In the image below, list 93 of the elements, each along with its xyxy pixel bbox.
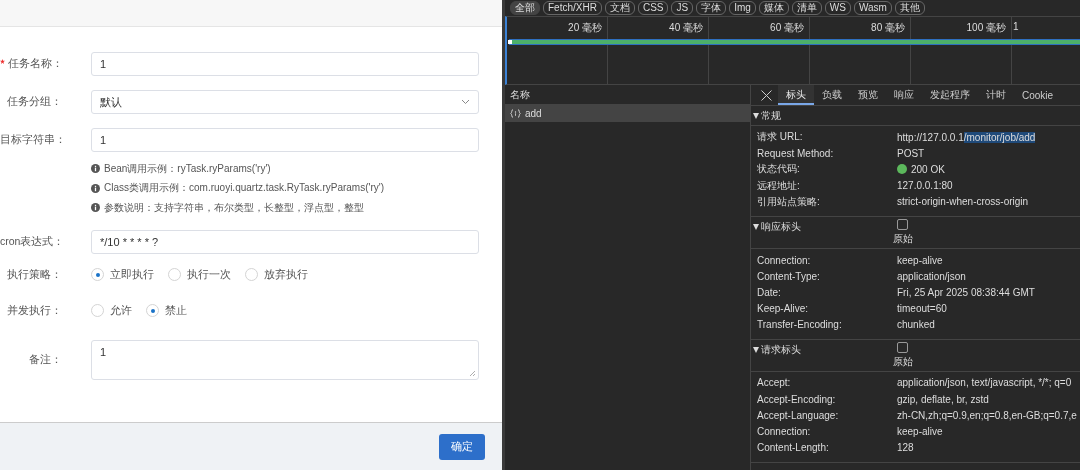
field-label: 执行策略： bbox=[7, 267, 62, 280]
tab[interactable]: 发起程序 bbox=[922, 85, 978, 105]
checkbox-label: 原始 bbox=[893, 354, 913, 369]
status-dot bbox=[897, 164, 907, 175]
filter-chip[interactable]: JS bbox=[671, 1, 694, 15]
filter-chip[interactable]: Img bbox=[729, 1, 756, 15]
header-name: Request Method: bbox=[757, 147, 835, 159]
header-value: gzip, deflate, br, zstd bbox=[897, 393, 989, 405]
header-value: Fri, 25 Apr 2025 08:38:44 GMT bbox=[897, 286, 1035, 298]
input-field[interactable]: 1 bbox=[91, 128, 479, 152]
section-header[interactable]: 请求标头 bbox=[753, 342, 897, 357]
checkbox[interactable] bbox=[897, 341, 908, 353]
filter-chip[interactable]: 媒体 bbox=[758, 1, 789, 15]
select-field[interactable]: 默认 bbox=[91, 90, 479, 114]
header-name: Accept-Language: bbox=[757, 409, 840, 421]
tab[interactable]: Cookie bbox=[1014, 85, 1062, 105]
header-value: keep-alive bbox=[897, 426, 943, 438]
filter-chip[interactable]: 文档 bbox=[604, 1, 635, 15]
radio-option[interactable]: 禁止 bbox=[146, 303, 187, 318]
tab[interactable]: 负载 bbox=[814, 85, 850, 105]
header-value: 200 OK bbox=[911, 163, 945, 175]
header-value: chunked bbox=[897, 319, 935, 331]
field-label: 目标字符串： bbox=[0, 133, 66, 145]
header-name: 引用站点策略: bbox=[757, 194, 821, 209]
chevron-down-icon bbox=[461, 99, 470, 105]
header-name: Accept-Encoding: bbox=[757, 393, 837, 405]
radio-option[interactable]: 放弃执行 bbox=[245, 267, 308, 282]
filter-chip[interactable]: Fetch/XHR bbox=[543, 1, 602, 15]
info-icon bbox=[91, 183, 100, 193]
tick-label: 80 毫秒 bbox=[871, 22, 905, 33]
filter-chip[interactable]: 字体 bbox=[696, 1, 727, 15]
tab[interactable]: 预览 bbox=[850, 85, 886, 105]
field-label: cron表达式： bbox=[0, 234, 65, 247]
hint-text: 参数说明：支持字符串，布尔类型，长整型，浮点型，整型 bbox=[104, 200, 364, 215]
info-icon bbox=[91, 203, 100, 213]
field-label: 任务分组： bbox=[7, 95, 62, 107]
hint-text: Class类调用示例：com.ruoyi.quartz.task.RyTask.ryParams('ry') bbox=[104, 181, 384, 196]
input-field[interactable]: */10 * * * * ? bbox=[91, 229, 479, 254]
tab[interactable]: 计时 bbox=[978, 85, 1014, 105]
header-value: application/json, text/javascript, */*; q=0 bbox=[897, 377, 1072, 389]
header-value: timeout=60 bbox=[897, 303, 947, 315]
header-value: strict-origin-when-cross-origin bbox=[897, 196, 1029, 208]
field-label: 备注： bbox=[29, 352, 62, 365]
header-name: Connection: bbox=[757, 426, 812, 438]
tick-label: 40 毫秒 bbox=[669, 22, 703, 33]
tab[interactable]: 响应 bbox=[886, 85, 922, 105]
field-label: 任务名称： bbox=[8, 57, 63, 69]
field-label: 并发执行： bbox=[7, 303, 62, 316]
tab[interactable]: 标头 bbox=[778, 85, 814, 105]
resize-grip-icon bbox=[469, 369, 476, 377]
radio-option[interactable]: 执行一次 bbox=[168, 267, 231, 282]
textarea-field[interactable]: 1 bbox=[91, 339, 479, 380]
header-name: Date: bbox=[757, 286, 782, 298]
request-row[interactable]: add bbox=[505, 105, 750, 122]
header-value: zh-CN,zh;q=0.9,en;q=0.8,en-GB;q=0.7,e bbox=[897, 409, 1077, 421]
header-value: 128 bbox=[897, 442, 914, 454]
filter-chip[interactable]: CSS bbox=[637, 1, 669, 15]
tick-label: 1 bbox=[1013, 21, 1019, 32]
header-name: 请求 URL: bbox=[757, 130, 804, 145]
header-name: Content-Length: bbox=[757, 442, 830, 454]
checkbox-label: 原始 bbox=[893, 231, 913, 246]
section-header[interactable]: 常规 bbox=[753, 109, 897, 123]
filter-chip[interactable]: WS bbox=[824, 1, 851, 15]
header-value: keep-alive bbox=[897, 254, 943, 266]
tick-label: 60 毫秒 bbox=[770, 22, 804, 33]
header-value: 127.0.0.1:80 bbox=[897, 180, 953, 192]
tick-label: 20 毫秒 bbox=[568, 22, 602, 33]
radio-option[interactable]: 允许 bbox=[91, 303, 132, 318]
checkbox[interactable] bbox=[897, 218, 908, 230]
input-field[interactable]: 1 bbox=[91, 52, 479, 76]
filter-chip[interactable]: Wasm bbox=[853, 1, 892, 15]
required-icon bbox=[0, 59, 5, 64]
filter-chip[interactable]: 清单 bbox=[791, 1, 822, 15]
header-name: 远程地址: bbox=[757, 178, 801, 193]
tick-label: 100 毫秒 bbox=[966, 22, 1006, 33]
filter-chip[interactable]: 其他 bbox=[894, 1, 925, 15]
info-icon bbox=[91, 164, 100, 174]
confirm-button[interactable]: 确定 bbox=[439, 433, 485, 460]
header-name: 状态代码: bbox=[757, 162, 801, 177]
section-header[interactable]: 响应标头 bbox=[753, 219, 897, 234]
close-icon[interactable] bbox=[761, 89, 772, 101]
header-value: POST bbox=[897, 147, 925, 159]
header-name: Accept: bbox=[757, 377, 792, 389]
header-name: Keep-Alive: bbox=[757, 303, 810, 315]
header-value: http://127.0.0.1/monitor/job/add bbox=[897, 131, 1036, 143]
header-name: Connection: bbox=[757, 254, 812, 266]
braces-icon bbox=[510, 109, 521, 118]
hint-text: Bean调用示例：ryTask.ryParams('ry') bbox=[104, 161, 271, 176]
header-name: Content-Type: bbox=[757, 270, 821, 282]
header-value: application/json bbox=[897, 270, 966, 282]
filter-chip[interactable]: 全部 bbox=[510, 1, 540, 15]
header-name: Transfer-Encoding: bbox=[757, 319, 843, 331]
radio-option[interactable]: 立即执行 bbox=[91, 267, 154, 282]
